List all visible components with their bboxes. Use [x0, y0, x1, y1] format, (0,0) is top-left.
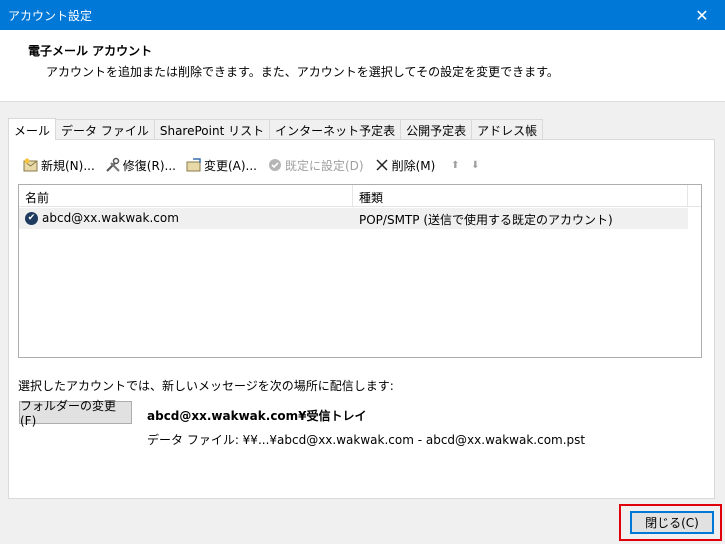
change-account-button[interactable]: 変更(A)...: [183, 154, 260, 176]
remove-account-label: 削除(M): [391, 158, 436, 173]
change-settings-icon: [186, 157, 202, 173]
set-default-button[interactable]: 既定に設定(D): [264, 154, 367, 176]
repair-tools-icon: [105, 157, 121, 173]
move-up-icon[interactable]: ⬆: [448, 160, 462, 171]
tab-internet-calendars[interactable]: インターネット予定表: [269, 119, 402, 140]
new-account-button[interactable]: 新規(N)...: [20, 154, 98, 176]
account-name-cell: ✔ abcd@xx.wakwak.com: [25, 211, 179, 225]
list-item[interactable]: ✔ abcd@xx.wakwak.com POP/SMTP (送信で使用する既定…: [19, 208, 688, 229]
delete-x-icon: [374, 157, 390, 173]
window-title: アカウント設定: [8, 9, 93, 23]
column-header-type[interactable]: 種類: [359, 189, 383, 206]
remove-account-button[interactable]: 削除(M): [371, 154, 439, 176]
account-name: abcd@xx.wakwak.com: [42, 211, 179, 225]
default-account-icon: ✔: [25, 211, 38, 225]
new-mail-icon: [23, 157, 39, 173]
tab-address-books[interactable]: アドレス帳: [471, 119, 544, 140]
change-account-label: 変更(A)...: [203, 158, 257, 173]
default-check-icon: [267, 157, 283, 173]
repair-account-button[interactable]: 修復(R)...: [102, 154, 179, 176]
close-button[interactable]: 閉じる(C): [630, 511, 714, 534]
column-header-name[interactable]: 名前: [25, 189, 49, 206]
dialog-header: 電子メール アカウント アカウントを追加または削除できます。また、アカウントを選…: [0, 30, 725, 102]
delivery-label: 選択したアカウントでは、新しいメッセージを次の場所に配信します:: [18, 379, 394, 393]
window-close-button[interactable]: ✕: [679, 0, 725, 30]
delivery-folder-path: abcd@xx.wakwak.com¥受信トレイ: [147, 409, 367, 423]
account-type: POP/SMTP (送信で使用する既定のアカウント): [359, 213, 613, 227]
account-list[interactable]: 名前 種類 ✔ abcd@xx.wakwak.com POP/SMTP (送信で…: [18, 184, 702, 358]
tab-data-files[interactable]: データ ファイル: [55, 119, 155, 140]
tab-sharepoint-lists[interactable]: SharePoint リスト: [153, 119, 271, 140]
list-header: 名前 種類: [19, 185, 701, 207]
header-title: 電子メール アカウント: [28, 44, 153, 58]
move-down-icon[interactable]: ⬇: [468, 160, 482, 171]
column-divider[interactable]: [352, 185, 353, 207]
tab-mail[interactable]: メール: [8, 118, 57, 140]
new-account-label: 新規(N)...: [41, 158, 95, 173]
set-default-label: 既定に設定(D): [284, 158, 364, 173]
title-bar: アカウント設定 ✕: [0, 0, 725, 30]
tab-published-calendars[interactable]: 公開予定表: [400, 119, 473, 140]
data-file-path: データ ファイル: ¥¥...¥abcd@xx.wakwak.com - abc…: [147, 433, 586, 447]
change-folder-button[interactable]: フォルダーの変更(F): [19, 399, 132, 428]
header-description: アカウントを追加または削除できます。また、アカウントを選択してその設定を変更でき…: [46, 65, 559, 79]
account-toolbar: 新規(N)... 修復(R)... 変更(A)... 既定に設定(D) 削除(M…: [20, 154, 482, 176]
repair-account-label: 修復(R)...: [122, 158, 176, 173]
tab-strip: メール データ ファイル SharePoint リスト インターネット予定表 公…: [8, 118, 544, 140]
column-divider[interactable]: [687, 185, 688, 207]
